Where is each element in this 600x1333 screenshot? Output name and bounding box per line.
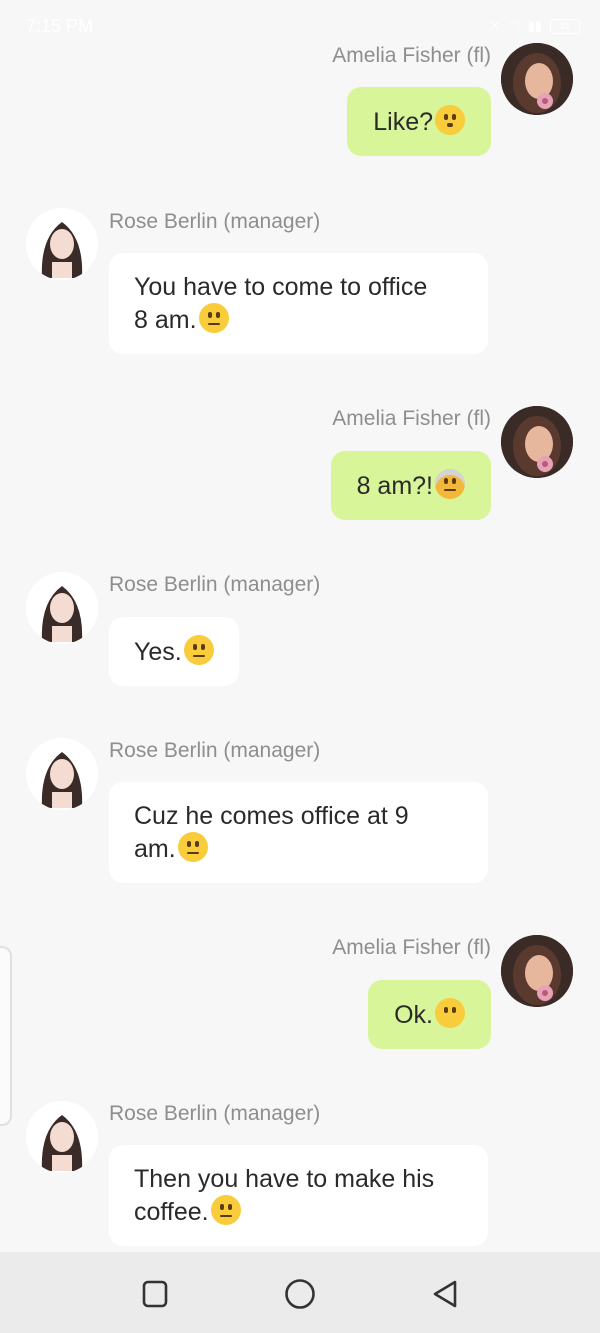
avatar-amelia[interactable] xyxy=(501,43,573,115)
recent-apps-button[interactable] xyxy=(135,1274,175,1314)
mute-icon: ✕ xyxy=(489,18,501,33)
message-text: am. xyxy=(134,835,176,863)
neutral-face-icon xyxy=(198,303,229,333)
face-without-mouth-icon xyxy=(435,998,465,1028)
sender-name: Rose Berlin (manager) xyxy=(109,573,321,596)
status-icons: ✕ ◠ ▮▮ 22 xyxy=(489,18,580,34)
exploding-head-icon xyxy=(435,469,465,499)
message-text: Then you have to make his xyxy=(134,1165,435,1193)
triangle-back-icon xyxy=(433,1280,457,1308)
avatar-rose[interactable] xyxy=(26,1101,98,1173)
message-bubble[interactable]: Cuz he comes office at 9 am. xyxy=(109,782,488,883)
message-bubble[interactable]: Yes. xyxy=(109,617,239,686)
home-button[interactable] xyxy=(280,1274,320,1314)
sender-name: Rose Berlin (manager) xyxy=(109,1102,321,1125)
message-text: Ok. xyxy=(394,1001,433,1029)
avatar-amelia[interactable] xyxy=(501,406,573,478)
message-bubble[interactable]: Then you have to make his coffee. xyxy=(109,1145,488,1246)
message-text: Like? xyxy=(373,108,433,136)
avatar-rose[interactable] xyxy=(26,738,98,810)
avatar-rose[interactable] xyxy=(26,572,98,644)
neutral-face-icon xyxy=(210,1195,241,1225)
sender-name: Rose Berlin (manager) xyxy=(109,210,321,233)
message-text: 8 am?! xyxy=(356,472,433,500)
back-button[interactable] xyxy=(425,1274,465,1314)
message-text: Cuz he comes office at 9 xyxy=(134,802,409,830)
avatar-rose[interactable] xyxy=(26,208,98,280)
message-bubble[interactable]: Like? xyxy=(347,87,491,156)
side-panel-handle[interactable] xyxy=(0,946,12,1126)
hushed-face-icon xyxy=(435,105,465,135)
avatar-amelia[interactable] xyxy=(501,935,573,1007)
navigation-bar xyxy=(0,1252,600,1333)
neutral-face-icon xyxy=(183,635,214,665)
neutral-face-icon xyxy=(177,832,208,862)
signal-icon: ▮▮ xyxy=(527,18,542,33)
status-bar: 7:15 PM ✕ ◠ ▮▮ 22 xyxy=(0,0,600,52)
wifi-icon: ◠ xyxy=(508,18,520,33)
message-text: You have to come to office xyxy=(134,273,428,301)
message-bubble[interactable]: You have to come to office 8 am. xyxy=(109,253,488,354)
message-text: Yes. xyxy=(134,638,182,666)
sender-name: Amelia Fisher (fl) xyxy=(332,936,491,959)
message-text: 8 am. xyxy=(134,306,197,334)
sender-name: Rose Berlin (manager) xyxy=(109,739,321,762)
battery-icon: 22 xyxy=(550,18,580,34)
message-bubble[interactable]: 8 am?! xyxy=(330,451,491,520)
message-text: coffee. xyxy=(134,1198,209,1226)
sender-name: Amelia Fisher (fl) xyxy=(332,407,491,430)
circle-icon xyxy=(285,1279,315,1309)
message-bubble[interactable]: Ok. xyxy=(368,980,491,1049)
chat-thread[interactable]: Amelia Fisher (fl) Like? Rose Berlin (ma… xyxy=(0,0,600,1252)
square-icon xyxy=(142,1280,168,1308)
status-time: 7:15 PM xyxy=(26,16,94,36)
